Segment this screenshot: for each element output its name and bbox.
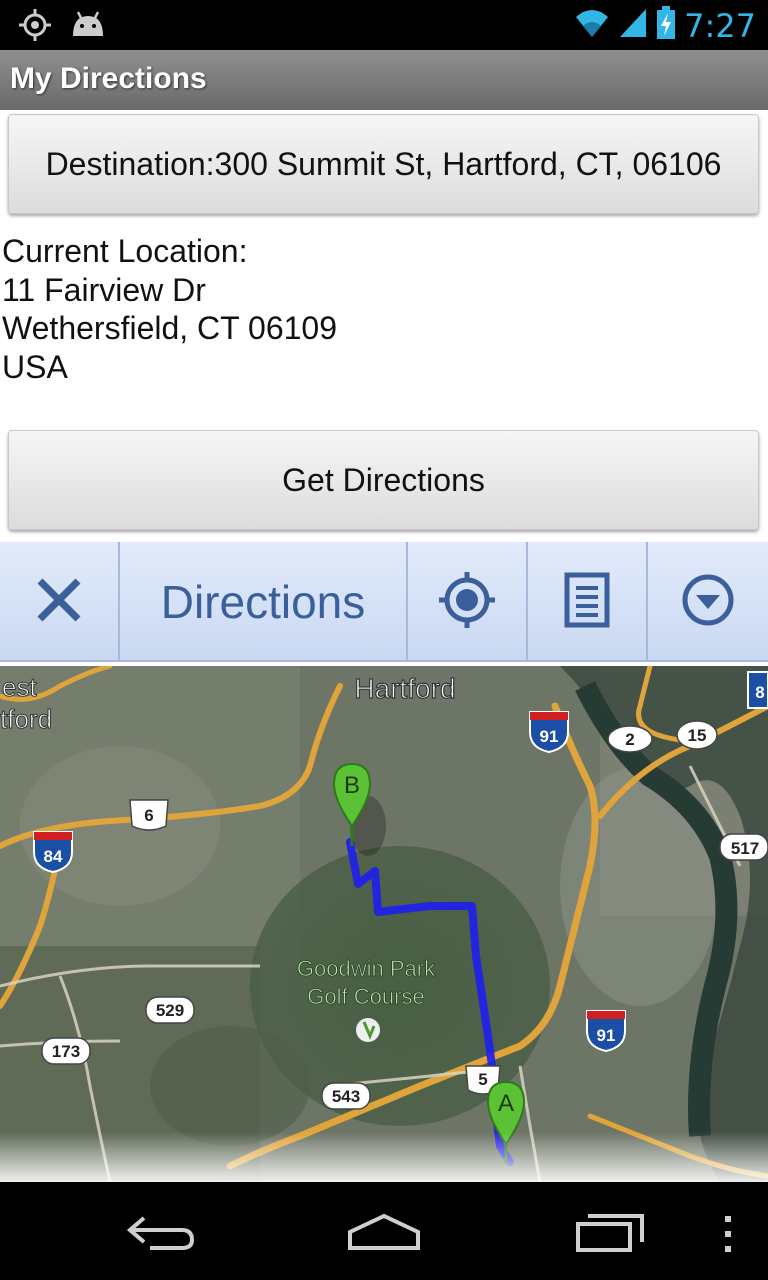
svg-text:91: 91	[597, 1026, 616, 1045]
directions-label: Directions	[160, 576, 366, 628]
svg-text:B: B	[344, 772, 360, 799]
shield-r8: 8	[747, 671, 768, 709]
golf-icon	[356, 1018, 380, 1042]
shield-r517: 517	[719, 833, 768, 861]
system-nav-bar	[0, 1182, 768, 1280]
shield-r15: 15	[676, 720, 718, 750]
current-location-street: 11 Fairview Dr	[2, 271, 206, 308]
android-icon	[70, 10, 106, 45]
map-label-west-hartford-2: tford	[0, 704, 52, 734]
map-canvas[interactable]: Hartford est tford Goodwin Park Golf Cou…	[0, 666, 768, 1182]
map-label-park-2: Golf Course	[307, 984, 424, 1009]
gps-icon	[18, 8, 52, 47]
main-content: Destination:300 Summit St, Hartford, CT,…	[0, 110, 768, 1182]
svg-text:6: 6	[144, 806, 153, 825]
battery-charging-icon	[656, 6, 676, 45]
home-icon[interactable]	[346, 1212, 422, 1259]
map-view[interactable]: Hartford est tford Goodwin Park Golf Cou…	[0, 666, 768, 1182]
signal-icon	[618, 7, 648, 44]
shield-i91-bottom: 91	[586, 1010, 626, 1053]
map-label-park-1: Goodwin Park	[297, 956, 436, 981]
overflow-menu-icon[interactable]	[722, 1214, 734, 1259]
svg-text:543: 543	[332, 1087, 360, 1106]
svg-text:2: 2	[625, 730, 634, 749]
close-button[interactable]	[0, 542, 120, 662]
wifi-icon	[574, 7, 610, 44]
app-title-bar: My Directions	[0, 50, 768, 110]
svg-text:529: 529	[156, 1001, 184, 1020]
close-icon	[34, 575, 84, 630]
current-location-label: Current Location:	[2, 233, 248, 269]
directions-toolbar: Directions	[0, 542, 768, 662]
dropdown-icon	[680, 572, 736, 633]
app-title: My Directions	[10, 62, 207, 95]
shield-i91-top: 91	[529, 711, 569, 754]
shield-r2: 2	[607, 725, 653, 753]
directions-title-cell: Directions	[120, 542, 408, 662]
recent-apps-icon[interactable]	[574, 1212, 646, 1259]
current-location-country: USA	[2, 348, 68, 385]
status-clock: 7:27	[684, 6, 756, 45]
my-location-icon	[437, 570, 497, 635]
destination-button[interactable]: Destination:300 Summit St, Hartford, CT,…	[8, 114, 759, 214]
get-directions-button[interactable]: Get Directions	[8, 430, 759, 530]
map-label-west-hartford-1: est	[2, 672, 37, 702]
shield-r529: 529	[145, 996, 195, 1024]
svg-text:5: 5	[478, 1070, 487, 1089]
status-bar: 7:27	[0, 0, 768, 50]
svg-text:15: 15	[688, 726, 707, 745]
svg-text:91: 91	[540, 727, 559, 746]
shield-r173: 173	[41, 1037, 91, 1065]
svg-text:173: 173	[52, 1042, 80, 1061]
list-icon	[562, 572, 612, 633]
map-label-hartford: Hartford	[354, 673, 455, 704]
dropdown-button[interactable]	[648, 542, 768, 662]
current-location-city: Wethersfield, CT 06109	[2, 310, 337, 346]
svg-text:8: 8	[755, 683, 764, 702]
back-icon[interactable]	[124, 1212, 196, 1257]
list-button[interactable]	[528, 542, 648, 662]
my-location-button[interactable]	[408, 542, 528, 662]
svg-text:A: A	[498, 1090, 514, 1117]
shield-us6: 6	[129, 799, 169, 831]
shield-r543: 543	[321, 1082, 371, 1110]
shield-i84: 84	[33, 831, 73, 874]
current-location-text: Current Location: 11 Fairview Dr Wethers…	[2, 232, 337, 386]
svg-text:84: 84	[44, 847, 63, 866]
svg-text:517: 517	[731, 839, 759, 858]
